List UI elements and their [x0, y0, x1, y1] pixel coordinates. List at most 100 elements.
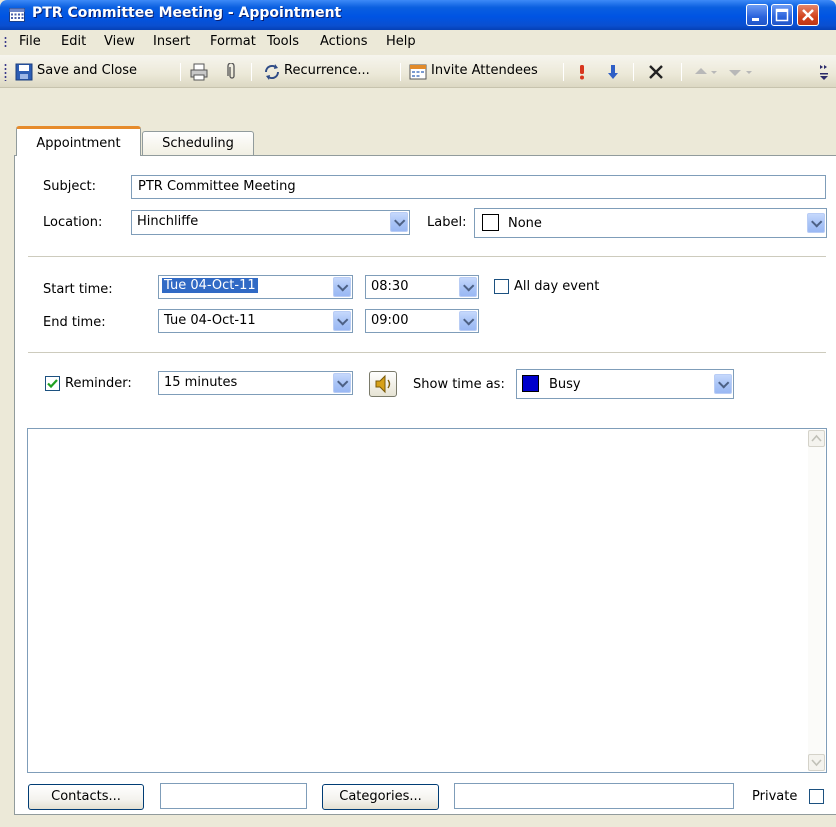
show-time-as-combo[interactable]: Busy [516, 369, 734, 399]
start-time-combo[interactable]: 08:30 [365, 275, 479, 299]
close-button[interactable] [797, 4, 819, 26]
speaker-icon [375, 374, 391, 394]
notes-scrollbar[interactable] [808, 430, 825, 771]
title-bar[interactable]: PTR Committee Meeting - Appointment [0, 0, 836, 30]
reminder-value: 15 minutes [164, 375, 238, 390]
chevron-down-icon[interactable] [333, 277, 351, 297]
start-time-label: Start time: [43, 282, 113, 297]
all-day-label: All day event [514, 279, 600, 294]
scroll-down-button[interactable] [808, 754, 825, 771]
calendar-icon [9, 8, 25, 22]
maximize-button[interactable] [771, 4, 793, 26]
menu-view[interactable]: View [104, 34, 135, 49]
menu-format[interactable]: Format [210, 34, 256, 49]
toolbar-separator [681, 63, 682, 81]
toolbar-separator [400, 63, 401, 81]
chevron-down-icon[interactable] [390, 212, 408, 232]
menu-edit[interactable]: Edit [61, 34, 86, 49]
standard-toolbar: Save and Close Recurrence... Invite Atte… [0, 55, 836, 88]
toolbar-separator [180, 63, 181, 81]
chevron-down-icon[interactable] [744, 63, 754, 81]
checkmark-icon [47, 379, 58, 389]
minimize-icon [752, 18, 759, 21]
scroll-up-button[interactable] [808, 430, 825, 447]
chevron-down-icon[interactable] [333, 311, 351, 331]
invite-attendees-icon [409, 64, 427, 80]
location-value: Hinchliffe [137, 214, 199, 229]
close-icon [802, 9, 814, 21]
chevron-down-icon[interactable] [333, 373, 351, 393]
location-label: Location: [43, 215, 103, 230]
paperclip-icon[interactable] [223, 63, 241, 81]
subject-input[interactable]: PTR Committee Meeting [131, 175, 826, 199]
reminder-combo[interactable]: 15 minutes [158, 371, 353, 395]
section-divider [28, 256, 826, 257]
reminder-sound-button[interactable] [369, 371, 397, 397]
minimize-button[interactable] [746, 4, 768, 26]
tab-scheduling[interactable]: Scheduling [142, 131, 254, 156]
menu-actions[interactable]: Actions [320, 34, 368, 49]
subject-label: Subject: [43, 179, 96, 194]
chevron-down-icon[interactable] [709, 63, 719, 81]
tab-appointment[interactable]: Appointment [16, 126, 141, 156]
label-color-swatch [482, 214, 499, 231]
section-divider [28, 352, 826, 353]
categories-button[interactable]: Categories... [322, 784, 439, 810]
chevron-up-icon [811, 434, 822, 442]
low-importance-icon[interactable] [604, 63, 622, 81]
show-time-as-value: Busy [549, 377, 581, 392]
toolbar-separator [563, 63, 564, 81]
end-time-value: 09:00 [371, 313, 409, 328]
reminder-checkbox[interactable] [45, 376, 60, 391]
menu-bar: File Edit View Insert Format Tools Actio… [0, 30, 836, 55]
previous-item-icon[interactable] [692, 63, 710, 81]
toolbar-options-icon[interactable] [818, 63, 830, 81]
contacts-input[interactable] [160, 783, 307, 809]
end-time-combo[interactable]: 09:00 [365, 309, 479, 333]
maximize-icon [775, 8, 789, 22]
save-icon [15, 63, 33, 81]
menu-grip[interactable] [4, 36, 7, 48]
notes-textarea[interactable] [27, 428, 827, 773]
label-label: Label: [427, 215, 467, 230]
chevron-down-icon[interactable] [807, 213, 825, 233]
start-date-value: Tue 04-Oct-11 [162, 278, 258, 293]
end-date-value: Tue 04-Oct-11 [164, 313, 256, 328]
recurrence-icon [264, 64, 280, 80]
print-icon[interactable] [190, 63, 208, 81]
save-and-close-button[interactable]: Save and Close [37, 63, 137, 78]
busy-color-swatch [522, 375, 539, 392]
chevron-down-icon[interactable] [714, 374, 732, 394]
start-time-value: 08:30 [371, 279, 409, 294]
start-date-combo[interactable]: Tue 04-Oct-11 [158, 275, 353, 299]
recurrence-button[interactable]: Recurrence... [284, 63, 370, 78]
show-time-as-label: Show time as: [413, 377, 505, 392]
window-title: PTR Committee Meeting - Appointment [32, 5, 342, 21]
categories-input[interactable] [454, 783, 734, 809]
next-item-icon[interactable] [726, 63, 744, 81]
delete-icon[interactable] [647, 63, 665, 81]
toolbar-separator [633, 63, 634, 81]
end-time-label: End time: [43, 315, 106, 330]
menu-file[interactable]: File [19, 34, 41, 49]
high-importance-icon[interactable] [573, 63, 591, 81]
menu-insert[interactable]: Insert [153, 34, 190, 49]
label-value: None [508, 216, 542, 231]
chevron-down-icon [811, 759, 822, 767]
reminder-label: Reminder: [65, 376, 132, 391]
menu-tools[interactable]: Tools [267, 34, 299, 49]
label-combo[interactable]: None [474, 208, 827, 238]
contacts-button[interactable]: Contacts... [28, 784, 144, 810]
chevron-down-icon[interactable] [459, 277, 477, 297]
toolbar-separator [251, 63, 252, 81]
private-checkbox[interactable] [809, 789, 824, 804]
private-label: Private [752, 789, 798, 804]
end-date-combo[interactable]: Tue 04-Oct-11 [158, 309, 353, 333]
invite-attendees-button[interactable]: Invite Attendees [431, 63, 538, 78]
toolbar-grip[interactable] [4, 63, 7, 81]
chevron-down-icon[interactable] [459, 311, 477, 331]
location-combo[interactable]: Hinchliffe [131, 210, 410, 235]
menu-help[interactable]: Help [386, 34, 416, 49]
appointment-window: PTR Committee Meeting - Appointment File… [0, 0, 836, 827]
all-day-checkbox[interactable] [494, 279, 509, 294]
